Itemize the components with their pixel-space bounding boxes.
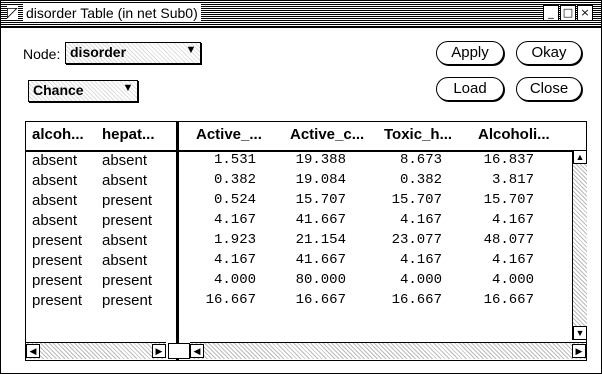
table-row[interactable]: present present 16.667 16.667 16.667 16.667 bbox=[26, 292, 586, 312]
table-header: alcoh... hepat... Active_... Active_c...… bbox=[26, 122, 586, 152]
scroll-down-icon[interactable]: ▼ bbox=[573, 326, 587, 340]
title-bar[interactable]: ◸ disorder Table (in net Sub0) _ □ × bbox=[1, 1, 601, 28]
alcohol-state-cell[interactable]: present bbox=[32, 252, 82, 269]
probability-cell[interactable]: 1.923 bbox=[176, 232, 256, 248]
probability-cell[interactable]: 15.707 bbox=[362, 192, 442, 208]
alcohol-state-cell[interactable]: absent bbox=[32, 152, 77, 169]
scroll-right-icon[interactable]: ▶ bbox=[152, 344, 166, 358]
column-header[interactable]: Active_... bbox=[196, 126, 262, 143]
probability-cell[interactable]: 4.167 bbox=[454, 252, 534, 268]
node-select-value: disorder bbox=[70, 44, 127, 60]
probability-cell[interactable]: 4.000 bbox=[176, 272, 256, 288]
maximize-icon[interactable]: □ bbox=[560, 5, 576, 21]
alcohol-state-cell[interactable]: present bbox=[32, 272, 82, 289]
app-icon[interactable]: ◸ bbox=[7, 5, 18, 19]
hepatitis-state-cell[interactable]: present bbox=[102, 292, 152, 309]
disorder-table-window: ◸ disorder Table (in net Sub0) _ □ × Nod… bbox=[0, 0, 602, 374]
probability-cell[interactable]: 4.167 bbox=[176, 212, 256, 228]
probability-cell[interactable]: 4.167 bbox=[362, 212, 442, 228]
table-row[interactable]: absent present 4.167 41.667 4.167 4.167 bbox=[26, 212, 586, 232]
hepatitis-state-cell[interactable]: present bbox=[102, 272, 152, 289]
horizontal-scrollbar-left[interactable]: ◀ ▶ bbox=[26, 342, 166, 359]
probability-cell[interactable]: 19.084 bbox=[266, 172, 346, 188]
alcohol-state-cell[interactable]: present bbox=[32, 232, 82, 249]
probability-cell[interactable]: 8.673 bbox=[362, 152, 442, 168]
node-label: Node: bbox=[23, 46, 61, 62]
hepatitis-state-cell[interactable]: absent bbox=[102, 172, 147, 189]
scroll-up-icon[interactable]: ▲ bbox=[573, 150, 587, 164]
hepatitis-state-cell[interactable]: present bbox=[102, 192, 152, 209]
probability-cell[interactable]: 16.667 bbox=[176, 292, 256, 308]
table-row[interactable]: absent present 0.524 15.707 15.707 15.707 bbox=[26, 192, 586, 212]
probability-cell[interactable]: 4.167 bbox=[362, 252, 442, 268]
apply-button[interactable]: Apply bbox=[436, 41, 504, 65]
probability-cell[interactable]: 1.531 bbox=[176, 152, 256, 168]
hepatitis-state-cell[interactable]: absent bbox=[102, 252, 147, 269]
probability-cell[interactable]: 16.667 bbox=[266, 292, 346, 308]
horizontal-scrollbar-right[interactable]: ◀ ▶ bbox=[190, 342, 586, 359]
probability-cell[interactable]: 3.817 bbox=[454, 172, 534, 188]
load-button[interactable]: Load bbox=[436, 77, 504, 101]
scroll-left-icon[interactable]: ◀ bbox=[26, 344, 40, 358]
type-select[interactable]: Chance ▼ bbox=[28, 80, 138, 102]
probability-cell[interactable]: 16.667 bbox=[362, 292, 442, 308]
alcohol-state-cell[interactable]: absent bbox=[32, 192, 77, 209]
table-row[interactable]: present absent 4.167 41.667 4.167 4.167 bbox=[26, 252, 586, 272]
probability-cell[interactable]: 23.077 bbox=[362, 232, 442, 248]
probability-cell[interactable]: 15.707 bbox=[454, 192, 534, 208]
column-header[interactable]: Active_c... bbox=[290, 126, 364, 143]
close-icon[interactable]: × bbox=[577, 5, 593, 21]
probability-cell[interactable]: 16.667 bbox=[454, 292, 534, 308]
chevron-down-icon: ▼ bbox=[185, 44, 197, 56]
scroll-thumb[interactable] bbox=[168, 343, 190, 359]
alcohol-state-cell[interactable]: absent bbox=[32, 172, 77, 189]
type-select-value: Chance bbox=[33, 82, 84, 98]
probability-cell[interactable]: 0.382 bbox=[362, 172, 442, 188]
probability-cell[interactable]: 41.667 bbox=[266, 212, 346, 228]
probability-cell[interactable]: 41.667 bbox=[266, 252, 346, 268]
table-row[interactable]: absent absent 0.382 19.084 0.382 3.817 bbox=[26, 172, 586, 192]
hepatitis-state-cell[interactable]: absent bbox=[102, 232, 147, 249]
hepatitis-state-cell[interactable]: absent bbox=[102, 152, 147, 169]
probability-cell[interactable]: 4.000 bbox=[362, 272, 442, 288]
vertical-scrollbar[interactable]: ▲ ▼ bbox=[572, 150, 587, 340]
probability-cell[interactable]: 16.837 bbox=[454, 152, 534, 168]
probability-cell[interactable]: 48.077 bbox=[454, 232, 534, 248]
probability-table: alcoh... hepat... Active_... Active_c...… bbox=[25, 121, 587, 361]
probability-cell[interactable]: 4.167 bbox=[454, 212, 534, 228]
column-header[interactable]: hepat... bbox=[102, 126, 155, 143]
table-row[interactable]: absent absent 1.531 19.388 8.673 16.837 bbox=[26, 152, 586, 172]
alcohol-state-cell[interactable]: absent bbox=[32, 212, 77, 229]
probability-cell[interactable]: 21.154 bbox=[266, 232, 346, 248]
probability-cell[interactable]: 0.524 bbox=[176, 192, 256, 208]
column-header[interactable]: Alcoholi... bbox=[478, 126, 550, 143]
probability-cell[interactable]: 4.000 bbox=[454, 272, 534, 288]
window-title: disorder Table (in net Sub0) bbox=[23, 4, 201, 22]
probability-cell[interactable]: 15.707 bbox=[266, 192, 346, 208]
scroll-left-icon[interactable]: ◀ bbox=[190, 344, 204, 358]
node-select[interactable]: disorder ▼ bbox=[65, 42, 201, 64]
probability-cell[interactable]: 80.000 bbox=[266, 272, 346, 288]
column-header[interactable]: alcoh... bbox=[32, 126, 84, 143]
chevron-down-icon: ▼ bbox=[122, 82, 134, 94]
alcohol-state-cell[interactable]: present bbox=[32, 292, 82, 309]
hepatitis-state-cell[interactable]: present bbox=[102, 212, 152, 229]
table-row[interactable]: present absent 1.923 21.154 23.077 48.077 bbox=[26, 232, 586, 252]
minimize-icon[interactable]: _ bbox=[543, 5, 559, 21]
probability-cell[interactable]: 19.388 bbox=[266, 152, 346, 168]
table-row[interactable]: present present 4.000 80.000 4.000 4.000 bbox=[26, 272, 586, 292]
probability-cell[interactable]: 4.167 bbox=[176, 252, 256, 268]
close-button[interactable]: Close bbox=[516, 77, 582, 101]
scroll-right-icon[interactable]: ▶ bbox=[572, 344, 586, 358]
okay-button[interactable]: Okay bbox=[516, 41, 582, 65]
column-header[interactable]: Toxic_h... bbox=[384, 126, 452, 143]
probability-cell[interactable]: 0.382 bbox=[176, 172, 256, 188]
